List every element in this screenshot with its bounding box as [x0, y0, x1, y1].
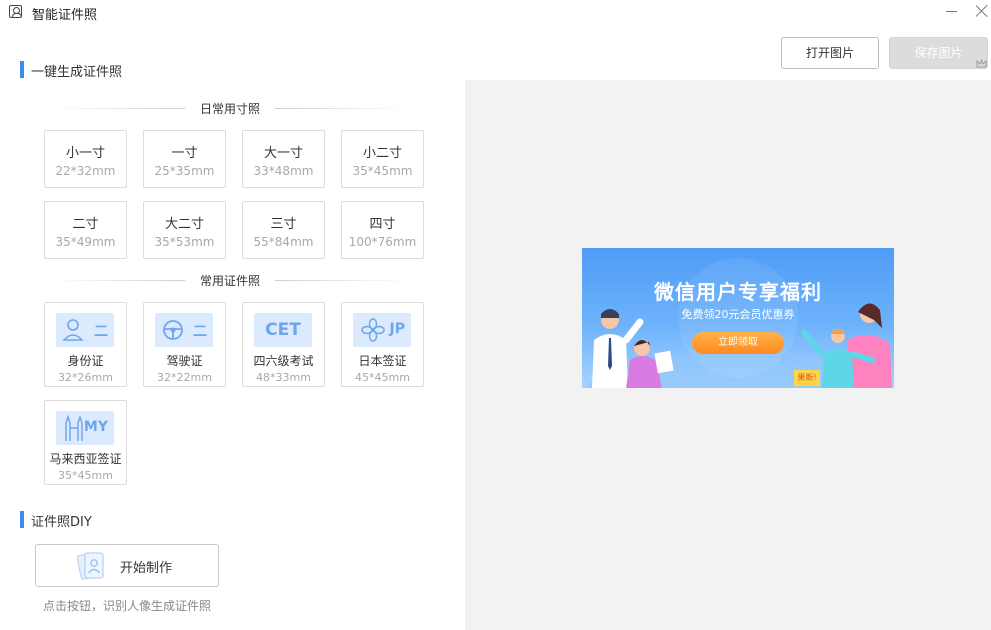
sakura-icon: JP [353, 313, 411, 347]
card-name: 小一寸 [65, 146, 105, 161]
size-card-4-inch[interactable]: 四寸 100*76mm [341, 201, 424, 259]
card-size: 25*35mm [154, 164, 215, 178]
vip-crown-icon [976, 59, 987, 68]
card-name: 二寸 [72, 217, 99, 232]
size-card-3-inch[interactable]: 三寸 55*84mm [242, 201, 325, 259]
card-size: 35*45mm [352, 164, 413, 178]
doc-card-malaysia-visa[interactable]: MY 马来西亚签证 35*45mm [44, 400, 127, 485]
diy-hint: 点击按钮，识别人像生成证件照 [43, 599, 212, 613]
divider-line [275, 108, 410, 109]
doc-size: 45*45mm [355, 371, 410, 384]
doc-size: 32*26mm [58, 371, 113, 384]
icon-caption: 二 [94, 324, 108, 340]
doc-size: 48*33mm [256, 371, 311, 384]
size-card-1-inch[interactable]: 一寸 25*35mm [143, 130, 226, 188]
size-card-small-1-inch[interactable]: 小一寸 22*32mm [44, 130, 127, 188]
card-name: 四寸 [369, 217, 396, 232]
start-button-label: 开始制作 [120, 561, 173, 576]
right-panel: 打开图片 保存图片 微信用户专享福利 免费领20元会员优惠券 立即领取 果断! [465, 26, 991, 630]
divider-common: 常用证件照 [50, 272, 410, 288]
open-image-button[interactable]: 打开图片 [781, 37, 879, 69]
steering-wheel-icon: 二 [155, 313, 213, 347]
title-bar: 智能证件照 [0, 0, 991, 26]
id-card-icon: 二 [56, 313, 114, 347]
size-card-large-1-inch[interactable]: 大一寸 33*48mm [242, 130, 325, 188]
card-size: 55*84mm [253, 235, 314, 249]
divider-daily: 日常用寸照 [50, 100, 410, 116]
id-photo-app-icon [9, 5, 22, 18]
banner-claim-button[interactable]: 立即领取 [692, 332, 784, 354]
start-making-button[interactable]: 开始制作 [35, 544, 219, 587]
section-accent-bar [20, 511, 24, 528]
icon-caption: CET [265, 320, 301, 340]
window-title: 智能证件照 [32, 8, 98, 23]
divider-line [275, 280, 410, 281]
close-icon[interactable] [975, 4, 989, 18]
icon-caption: 二 [193, 324, 207, 340]
card-name: 三寸 [270, 217, 297, 232]
card-name: 一寸 [171, 146, 198, 161]
size-card-2-inch[interactable]: 二寸 35*49mm [44, 201, 127, 259]
card-size: 35*53mm [154, 235, 215, 249]
doc-name: 身份证 [67, 354, 104, 368]
doc-name: 四六级考试 [253, 354, 314, 368]
doc-size: 32*22mm [157, 371, 212, 384]
doc-card-id-card[interactable]: 二 身份证 32*26mm [44, 302, 127, 387]
doc-card-japan-visa[interactable]: JP 日本签证 45*45mm [341, 302, 424, 387]
icon-caption: MY [83, 419, 108, 435]
card-name: 大一寸 [263, 146, 303, 161]
doc-name: 日本签证 [358, 354, 407, 368]
promo-banner[interactable]: 微信用户专享福利 免费领20元会员优惠券 立即领取 果断! [582, 248, 894, 388]
banner-title: 微信用户专享福利 [654, 280, 822, 304]
doc-name: 马来西亚签证 [49, 452, 122, 466]
cet-icon: CET [254, 313, 312, 347]
card-size: 35*49mm [55, 235, 116, 249]
section-accent-bar [20, 61, 24, 78]
doc-size: 35*45mm [58, 469, 113, 482]
card-size: 33*48mm [253, 164, 314, 178]
size-card-small-2-inch[interactable]: 小二寸 35*45mm [341, 130, 424, 188]
doc-name: 驾驶证 [166, 354, 203, 368]
minimize-icon[interactable] [946, 11, 957, 13]
doc-card-driver-license[interactable]: 二 驾驶证 32*22mm [143, 302, 226, 387]
banner-tag: 果断! [794, 370, 820, 386]
card-size: 100*76mm [348, 235, 417, 249]
card-size: 22*32mm [55, 164, 116, 178]
card-name: 小二寸 [362, 146, 402, 161]
size-card-large-2-inch[interactable]: 大二寸 35*53mm [143, 201, 226, 259]
section-title: 一键生成证件照 [31, 65, 123, 80]
banner-subtitle: 免费领20元会员优惠券 [681, 308, 795, 321]
section-title: 证件照DIY [31, 515, 92, 530]
icon-caption: JP [389, 321, 405, 337]
save-image-button[interactable]: 保存图片 [889, 37, 988, 69]
card-name: 大二寸 [164, 217, 204, 232]
left-panel: 一键生成证件照 日常用寸照 小一寸 22*32mm 一寸 25*35mm 大一寸… [0, 26, 465, 630]
doc-card-cet[interactable]: CET 四六级考试 48*33mm [242, 302, 325, 387]
twin-towers-icon: MY [56, 411, 114, 445]
photo-cards-icon [77, 552, 104, 580]
